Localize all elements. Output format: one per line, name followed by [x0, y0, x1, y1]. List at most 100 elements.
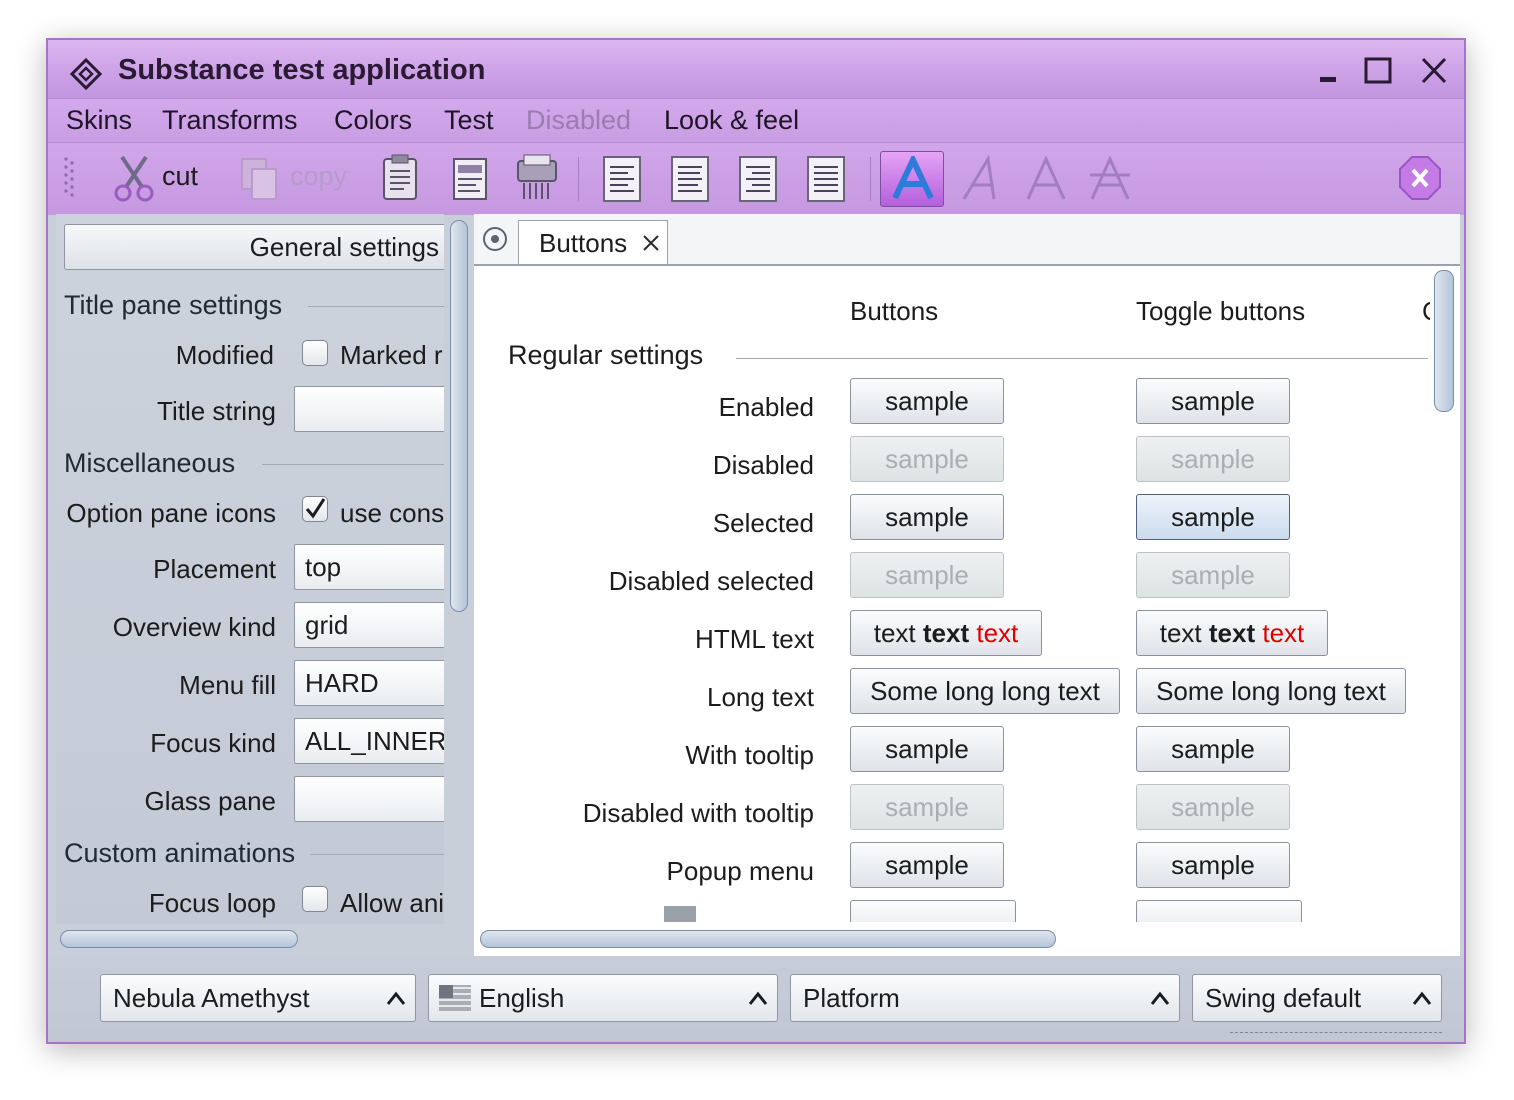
misc-section-title: Miscellaneous	[64, 448, 236, 478]
platform-combo-value: Platform	[803, 983, 900, 1013]
close-octagon-icon[interactable]	[1396, 153, 1444, 205]
title-pane-section-title: Title pane settings	[64, 290, 283, 320]
title-string-field[interactable]: C	[294, 386, 444, 432]
row-label-popup-menu: Popup menu	[666, 856, 814, 886]
chevron-up-icon	[386, 991, 406, 1005]
close-icon[interactable]	[1416, 54, 1452, 88]
skin-combo[interactable]: Nebula Amethyst	[100, 974, 416, 1022]
left-vertical-scrollbar[interactable]	[450, 220, 468, 612]
modified-checkbox[interactable]	[302, 340, 328, 366]
button-html-text[interactable]: text text text	[850, 610, 1042, 656]
menu-disabled: Disabled	[526, 105, 632, 135]
focus-kind-label: Focus kind	[150, 728, 276, 758]
font-a-outline-icon[interactable]	[1024, 153, 1068, 205]
toggle-button-cut-off[interactable]	[1136, 900, 1302, 922]
toggle-button-html-text[interactable]: text text text	[1136, 610, 1328, 656]
minimize-icon[interactable]	[1310, 54, 1346, 88]
row-label-enabled: Enabled	[718, 392, 814, 422]
content-horizontal-scrollbar[interactable]	[480, 930, 1056, 948]
chevron-up-icon	[1150, 991, 1170, 1005]
toggle-button-popup-menu[interactable]: sample	[1136, 842, 1290, 888]
shredder-icon[interactable]	[514, 153, 560, 205]
resize-handle[interactable]	[1230, 1032, 1442, 1042]
platform-combo[interactable]: Platform	[790, 974, 1180, 1022]
toggle-button-enabled[interactable]: sample	[1136, 378, 1290, 424]
chevron-up-icon	[1412, 991, 1432, 1005]
html-text-plain: text	[873, 618, 916, 648]
tab-overview-icon[interactable]	[482, 226, 508, 252]
menu-skins[interactable]: Skins	[66, 105, 132, 136]
align-center-icon[interactable]	[670, 153, 710, 205]
copy-label: copy	[290, 161, 348, 191]
maximize-icon[interactable]	[1360, 54, 1396, 88]
menu-fill-combo[interactable]: HARD	[294, 660, 444, 706]
bottom-bar: Nebula Amethyst English Platform Swing d…	[48, 956, 1464, 1042]
button-selected[interactable]: sample	[850, 494, 1004, 540]
menu-bar: Skins Transforms Colors Test Disabled Lo…	[48, 98, 1464, 143]
menu-look-and-feel[interactable]: Look & feel	[664, 105, 799, 136]
left-horizontal-scrollbar[interactable]	[60, 930, 298, 948]
option-pane-icons-label: Option pane icons	[66, 498, 276, 528]
menu-fill-label: Menu fill	[179, 670, 276, 700]
button-cut-off[interactable]	[850, 900, 1016, 922]
button-disabled-with-tooltip: sample	[850, 784, 1004, 830]
button-with-tooltip[interactable]: sample	[850, 726, 1004, 772]
tab-buttons[interactable]: Buttons	[518, 220, 668, 264]
general-settings-button[interactable]: General settings	[64, 224, 444, 270]
modified-checkbox-text: Marked r	[340, 340, 443, 370]
focus-kind-combo[interactable]: ALL_INNER	[294, 718, 444, 764]
option-pane-icons-checkbox-text: use cons	[340, 498, 444, 528]
toolbar-separator	[870, 157, 871, 201]
copy-icon	[241, 158, 277, 200]
swing-combo[interactable]: Swing default	[1192, 974, 1442, 1022]
font-style-toggle-selected[interactable]	[880, 151, 944, 207]
focus-loop-checkbox[interactable]	[302, 886, 328, 912]
overview-kind-combo[interactable]: grid	[294, 602, 444, 648]
button-popup-menu[interactable]: sample	[850, 842, 1004, 888]
column-header-buttons: Buttons	[850, 296, 939, 326]
column-header-toggle-buttons: Toggle buttons	[1136, 296, 1306, 326]
toggle-button-with-tooltip[interactable]: sample	[1136, 726, 1290, 772]
toggle-button-disabled-selected: sample	[1136, 552, 1290, 598]
align-justify-icon[interactable]	[806, 153, 846, 205]
font-a-italic-icon[interactable]	[958, 153, 1002, 205]
content-vertical-scrollbar[interactable]	[1434, 270, 1454, 412]
menu-transforms[interactable]: Transforms	[162, 105, 298, 136]
cut-off-row-icon	[664, 906, 696, 922]
toolbar-grip-icon[interactable]	[62, 153, 78, 205]
modified-label: Modified	[175, 340, 274, 370]
toolbar-separator	[578, 157, 579, 201]
focus-loop-label: Focus loop	[148, 888, 276, 918]
language-combo[interactable]: English	[428, 974, 778, 1022]
section-divider	[736, 358, 1428, 359]
document-properties-icon[interactable]	[450, 153, 490, 205]
glass-pane-field[interactable]	[294, 776, 444, 822]
menu-test[interactable]: Test	[444, 105, 494, 136]
html-text-plain: text	[1159, 618, 1202, 648]
menu-colors[interactable]: Colors	[334, 105, 412, 136]
tab-close-icon[interactable]	[641, 233, 661, 253]
toggle-button-disabled: sample	[1136, 436, 1290, 482]
placement-combo[interactable]: top	[294, 544, 444, 590]
checkmark-icon	[305, 498, 326, 519]
row-label-disabled-selected: Disabled selected	[608, 566, 814, 596]
copy-button: copy	[236, 143, 356, 215]
cut-button[interactable]: cut	[108, 143, 208, 215]
swing-combo-value: Swing default	[1205, 983, 1362, 1013]
button-long-text[interactable]: Some long long text	[850, 668, 1120, 714]
align-left-icon[interactable]	[602, 153, 642, 205]
paste-clipboard-icon[interactable]	[380, 153, 420, 205]
title-bar[interactable]: Substance test application	[48, 40, 1464, 98]
align-right-icon[interactable]	[738, 153, 778, 205]
section-divider	[310, 854, 444, 855]
font-a-strikethrough-icon[interactable]	[1088, 153, 1132, 205]
toggle-button-long-text[interactable]: Some long long text	[1136, 668, 1406, 714]
font-a-bold-icon	[892, 156, 934, 200]
us-flag-icon	[439, 985, 471, 1011]
toggle-button-selected[interactable]: sample	[1136, 494, 1290, 540]
option-pane-icons-checkbox[interactable]	[302, 496, 328, 522]
row-label-selected: Selected	[712, 508, 814, 538]
row-label-disabled: Disabled	[712, 450, 814, 480]
section-divider	[308, 306, 444, 307]
button-enabled[interactable]: sample	[850, 378, 1004, 424]
